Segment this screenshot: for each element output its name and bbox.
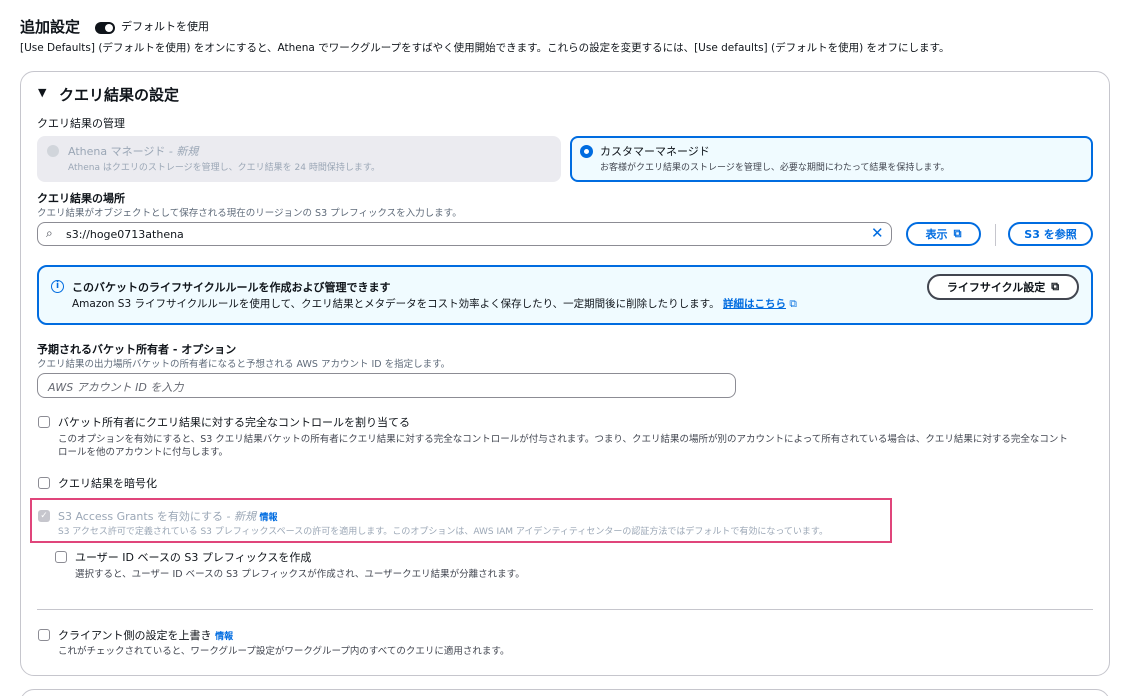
lifecycle-info-description: Amazon S3 ライフサイクルルールを使用して、クエリ結果とメタデータをコス… <box>72 298 720 310</box>
customer-managed-radio[interactable] <box>580 145 593 158</box>
access-grants-checkbox: ✓ <box>38 510 50 522</box>
location-value: s3://hoge0713athena <box>66 228 184 241</box>
user-prefix-label[interactable]: ユーザー ID ベースの S3 プレフィックスを作成 <box>75 549 311 565</box>
use-defaults-toggle[interactable] <box>95 19 115 38</box>
section-divider <box>37 609 1093 610</box>
info-icon: i <box>51 280 64 293</box>
check-icon: ✓ <box>40 510 48 521</box>
lifecycle-settings-button[interactable]: ライフサイクル設定 ⧉ <box>927 274 1079 300</box>
collapse-caret-icon[interactable]: ▼ <box>38 86 46 99</box>
header-description: [Use Defaults] (デフォルトを使用) をオンにすると、Athena… <box>20 42 950 54</box>
encrypt-checkbox[interactable] <box>38 477 50 489</box>
full-control-checkbox[interactable] <box>38 416 50 428</box>
external-link-icon: ⧉ <box>1051 280 1060 293</box>
customer-managed-description: お客様がクエリ結果のストレージを管理し、必要な期間にわたって結果を保持します。 <box>600 163 950 173</box>
access-grants-badge: - 新規 <box>226 510 257 523</box>
override-info-link[interactable]: 情報 <box>215 632 233 642</box>
access-grants-info-link[interactable]: 情報 <box>260 513 278 523</box>
view-button-label: 表示 <box>925 228 948 241</box>
view-button[interactable]: 表示 ⧉ <box>906 222 981 246</box>
learn-more-external-icon: ⧉ <box>789 298 797 310</box>
full-control-description-2: ロールを他のアカウントに付与します。 <box>58 447 229 458</box>
access-grants-description: S3 アクセス許可で定義されている S3 プレフィックスペースの許可を適用します… <box>58 527 829 537</box>
user-prefix-checkbox[interactable] <box>55 551 67 563</box>
clear-icon[interactable]: ✕ <box>871 224 884 242</box>
section-title[interactable]: クエリ結果の設定 <box>59 84 179 105</box>
user-prefix-description: 選択すると、ユーザー ID ベースの S3 プレフィックスが作成され、ユーザーク… <box>75 569 525 580</box>
athena-managed-title: Athena マネージド <box>68 145 166 158</box>
override-description: これがチェックされていると、ワークグループ設定がワークグループ内のすべてのクエリ… <box>58 646 510 657</box>
page-title: 追加設定 <box>20 18 81 36</box>
override-checkbox[interactable] <box>38 629 50 641</box>
learn-more-link[interactable]: 詳細はこちら <box>723 298 786 310</box>
use-defaults-label: デフォルトを使用 <box>121 20 209 33</box>
athena-managed-radio <box>47 145 59 157</box>
location-description: クエリ結果がオブジェクトとして保存される現在のリージョンの S3 プレフィックス… <box>37 208 462 219</box>
owner-label: 予期されるバケット所有者 - オプション <box>37 343 237 356</box>
lifecycle-info-title: このバケットのライフサイクルルールを作成および管理できます <box>72 281 391 294</box>
access-grants-label: S3 Access Grants を有効にする <box>58 510 224 523</box>
lifecycle-settings-label: ライフサイクル設定 <box>946 281 1046 294</box>
customer-managed-title: カスタマーマネージド <box>600 145 710 158</box>
button-divider <box>995 224 996 246</box>
full-control-description-1: このオプションを有効にすると、S3 クエリ結果バケットの所有者にクエリ結果に対す… <box>58 434 1068 445</box>
owner-description: クエリ結果の出力場所バケットの所有者になると予想される AWS アカウント ID… <box>37 359 451 370</box>
location-label: クエリ結果の場所 <box>37 192 125 205</box>
athena-managed-badge: - 新規 <box>168 145 199 158</box>
next-panel <box>20 689 1110 696</box>
encrypt-label[interactable]: クエリ結果を暗号化 <box>58 475 157 491</box>
browse-s3-button[interactable]: S3 を参照 <box>1008 222 1093 246</box>
management-label: クエリ結果の管理 <box>37 117 125 130</box>
search-icon: ⌕ <box>46 226 53 240</box>
owner-placeholder: AWS アカウント ID を入力 <box>48 381 184 394</box>
external-link-icon: ⧉ <box>953 227 962 240</box>
athena-managed-description: Athena はクエリのストレージを管理し、クエリ結果を 24 時間保持します。 <box>68 163 380 173</box>
full-control-label[interactable]: バケット所有者にクエリ結果に対する完全なコントロールを割り当てる <box>58 414 410 430</box>
override-label[interactable]: クライアント側の設定を上書き <box>58 629 212 642</box>
